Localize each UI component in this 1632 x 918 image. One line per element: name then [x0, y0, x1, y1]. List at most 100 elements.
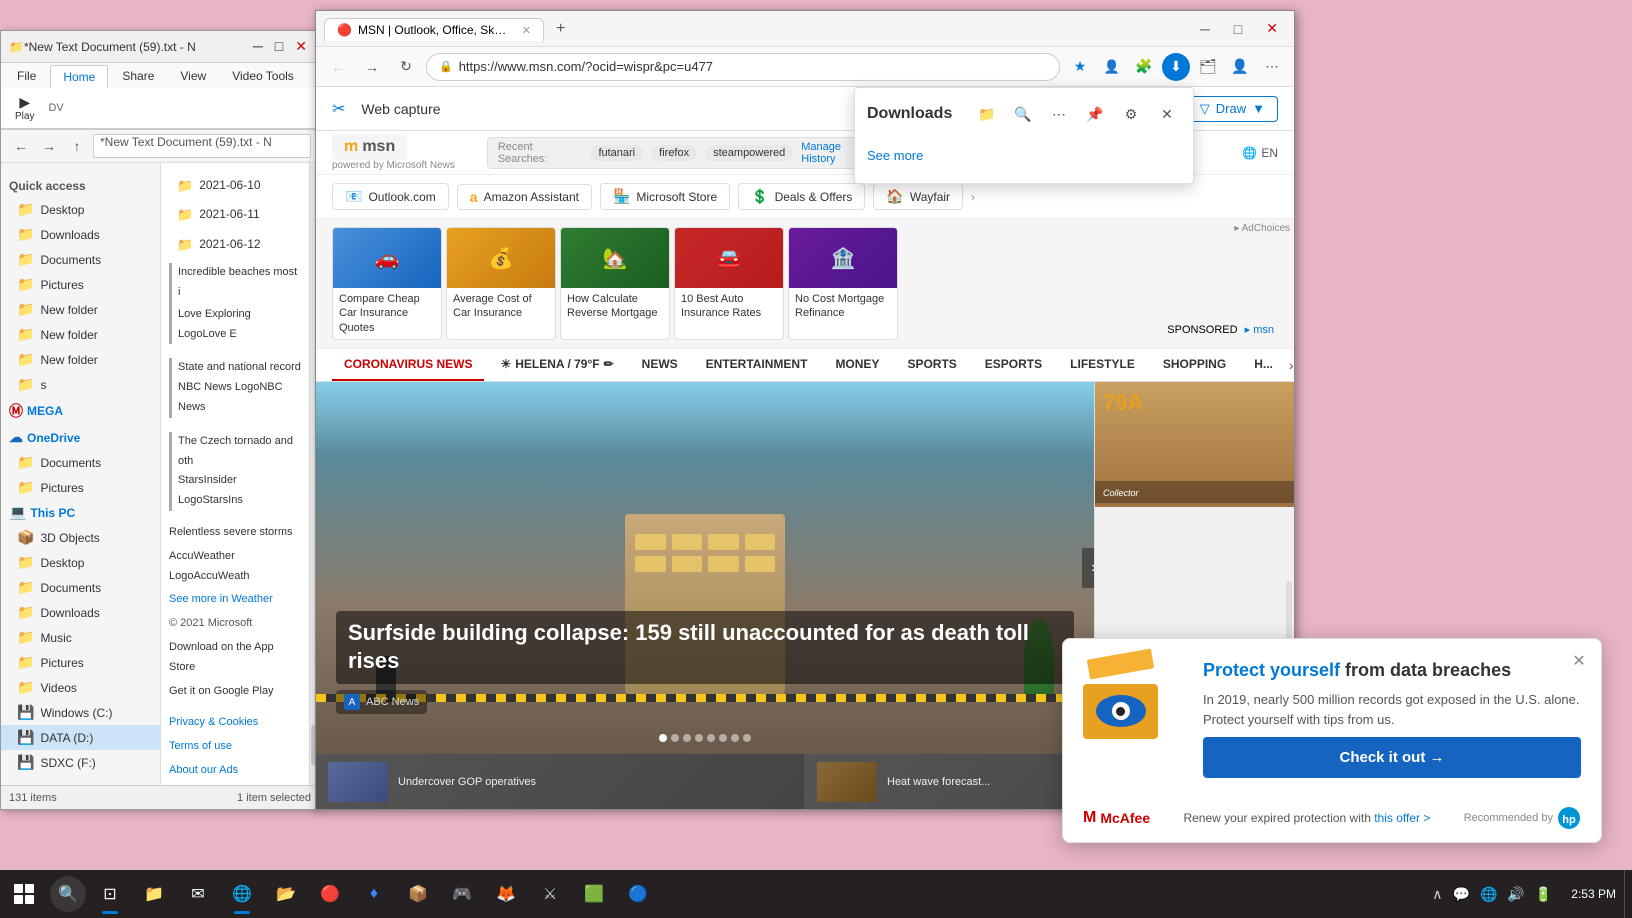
sidebar-item-data-d[interactable]: 💾 DATA (D:) [1, 725, 160, 750]
tray-battery[interactable]: 🔋 [1532, 886, 1555, 903]
search-tag-firefox[interactable]: firefox [651, 145, 697, 161]
browser-maximize-btn[interactable]: □ [1226, 21, 1250, 37]
sidebar-item-desktop[interactable]: 📁 Desktop [1, 197, 160, 222]
address-bar[interactable]: 🔒 https://www.msn.com/?ocid=wispr&pc=u47… [426, 53, 1060, 81]
taskbar-clock[interactable]: 2:53 PM [1563, 886, 1624, 903]
ad-card-2[interactable]: 💰 Average Cost of Car Insurance [446, 227, 556, 340]
downloads-btn[interactable]: ⬇ [1162, 53, 1190, 81]
terms-link[interactable]: Terms of use [169, 735, 301, 759]
taskbar-app-sword[interactable]: ⚔ [528, 870, 572, 918]
taskbar-app-folder[interactable]: 📂 [264, 870, 308, 918]
dot-4[interactable] [695, 734, 703, 742]
file-item-2021-06-10[interactable]: 📁 2021-06-10 [169, 171, 301, 200]
quicklink-outlook[interactable]: 📧 Outlook.com [332, 183, 449, 210]
browser-tab[interactable]: 🔴 MSN | Outlook, Office, Skype, B... ✕ [324, 18, 544, 41]
taskbar-app-file-explorer[interactable]: 📁 [132, 870, 176, 918]
tab-home[interactable]: Home [50, 65, 108, 88]
sidebar-item-pictures[interactable]: 📁 Pictures [1, 272, 160, 297]
sidebar-item-videos[interactable]: 📁 Videos [1, 675, 160, 700]
see-more-btn[interactable]: See more [867, 140, 1181, 171]
refresh-btn[interactable]: ↻ [392, 53, 420, 81]
sidebar-item-pc-documents[interactable]: 📁 Documents [1, 575, 160, 600]
taskbar-app-edge[interactable]: 🌐 [220, 870, 264, 918]
navtab-shopping[interactable]: SHOPPING [1151, 349, 1238, 381]
navtab-coronavirus[interactable]: CORONAVIRUS NEWS [332, 349, 484, 381]
tab-close-btn[interactable]: ✕ [522, 24, 531, 37]
tray-chevron[interactable]: ∧ [1429, 886, 1445, 903]
bottom-story-1[interactable]: Undercover GOP operatives [316, 754, 805, 809]
tab-video-tools[interactable]: Video Tools [220, 65, 306, 88]
renew-link[interactable]: this offer > [1374, 811, 1430, 825]
quicklink-amazon[interactable]: a Amazon Assistant [457, 184, 592, 210]
nav-more-chevron[interactable]: › [1289, 357, 1294, 373]
open-folder-btn[interactable]: 📁 [973, 100, 1001, 128]
sidebar-item-sdxc-f[interactable]: 💾 SDXC (F:) [1, 750, 160, 775]
navtab-weather[interactable]: ☀ HELENA / 79°F ✏ [488, 349, 625, 381]
collections-btn[interactable]: 🗂 [1194, 53, 1222, 81]
file-item-2021-06-11[interactable]: 📁 2021-06-11 [169, 200, 301, 229]
about-ads-link[interactable]: About our Ads [169, 759, 301, 783]
dot-6[interactable] [719, 734, 727, 742]
tray-sound[interactable]: 🔊 [1504, 886, 1527, 903]
sidebar-item-newfolder1[interactable]: 📁 New folder [1, 297, 160, 322]
language-selector[interactable]: 🌐 EN [1242, 146, 1278, 160]
dot-3[interactable] [683, 734, 691, 742]
up-btn[interactable]: ↑ [65, 134, 89, 158]
forward-btn[interactable]: → [37, 134, 61, 158]
sidebar-item-3dobjects[interactable]: 📦 3D Objects [1, 525, 160, 550]
sidebar-item-music[interactable]: 📁 Music [1, 625, 160, 650]
ribbon-play-btn[interactable]: ▶ Play [9, 92, 40, 124]
hero-next-btn[interactable]: › [1082, 548, 1094, 588]
sidebar-item-documents[interactable]: 📁 Documents [1, 247, 160, 272]
sidebar-item-pc-downloads[interactable]: 📁 Downloads [1, 600, 160, 625]
search-downloads-btn[interactable]: 🔍 [1009, 100, 1037, 128]
taskbar-app-mail[interactable]: ✉ [176, 870, 220, 918]
new-tab-btn[interactable]: + [552, 20, 569, 38]
back-btn[interactable]: ← [9, 134, 33, 158]
tray-chat[interactable]: 💬 [1450, 886, 1473, 903]
sidebar-item-s[interactable]: 📁 s [1, 372, 160, 397]
tab-file[interactable]: File [5, 65, 48, 88]
navtab-more[interactable]: H... [1242, 349, 1285, 381]
profile-btn[interactable]: 👤 [1098, 53, 1126, 81]
dot-5[interactable] [707, 734, 715, 742]
extensions-btn[interactable]: 🧩 [1130, 53, 1158, 81]
dot-8[interactable] [743, 734, 751, 742]
draw-btn[interactable]: ▽ Draw ▼ [1187, 96, 1278, 122]
quicklink-deals[interactable]: 💲 Deals & Offers [738, 183, 865, 210]
dot-2[interactable] [671, 734, 679, 742]
quicklinks-chevron[interactable]: › [971, 190, 975, 204]
sidebar-item-pc-pictures[interactable]: 📁 Pictures [1, 650, 160, 675]
address-bar[interactable]: *New Text Document (59).txt - N [93, 134, 311, 158]
navtab-lifestyle[interactable]: LIFESTYLE [1058, 349, 1147, 381]
dot-7[interactable] [731, 734, 739, 742]
maximize-btn[interactable]: □ [271, 38, 287, 55]
sidebar-thispc-header[interactable]: 💻 This PC [1, 500, 160, 525]
edit-icon[interactable]: ✏ [604, 357, 614, 371]
show-desktop-btn[interactable] [1624, 870, 1632, 918]
sidebar-item-od-pictures[interactable]: 📁 Pictures [1, 475, 160, 500]
close-downloads-btn[interactable]: ✕ [1153, 100, 1181, 128]
tab-view[interactable]: View [168, 65, 218, 88]
taskbar-app-red[interactable]: 🔴 [308, 870, 352, 918]
sidebar-item-od-documents[interactable]: 📁 Documents [1, 450, 160, 475]
sidebar-item-downloads[interactable]: 📁 Downloads [1, 222, 160, 247]
back-btn[interactable]: ← [324, 53, 352, 81]
taskbar-app-firefox[interactable]: 🦊 [484, 870, 528, 918]
close-btn[interactable]: ✕ [291, 38, 311, 55]
more-downloads-btn[interactable]: ⋯ [1045, 100, 1073, 128]
taskbar-app-task-view[interactable]: ⊡ [88, 870, 132, 918]
favorites-btn[interactable]: ★ [1066, 53, 1094, 81]
sidebar-item-newfolder3[interactable]: 📁 New folder [1, 347, 160, 372]
mcafee-close-btn[interactable]: ✕ [1567, 649, 1591, 673]
taskbar-app-steam[interactable]: 🎮 [440, 870, 484, 918]
ad-choices-btn[interactable]: ▸ AdChoices [1234, 223, 1290, 234]
minimize-btn[interactable]: ─ [249, 38, 267, 55]
privacy-link[interactable]: Privacy & Cookies [169, 711, 301, 735]
search-tag-futanari[interactable]: futanari [590, 145, 643, 161]
sidebar-ad[interactable]: 79A Collector [1095, 382, 1294, 507]
file-item-2021-06-12[interactable]: 📁 2021-06-12 [169, 230, 301, 259]
browser-minimize-btn[interactable]: ─ [1192, 21, 1218, 37]
sidebar-onedrive-header[interactable]: ☁ OneDrive [1, 425, 160, 450]
navtab-sports[interactable]: SPORTS [895, 349, 968, 381]
